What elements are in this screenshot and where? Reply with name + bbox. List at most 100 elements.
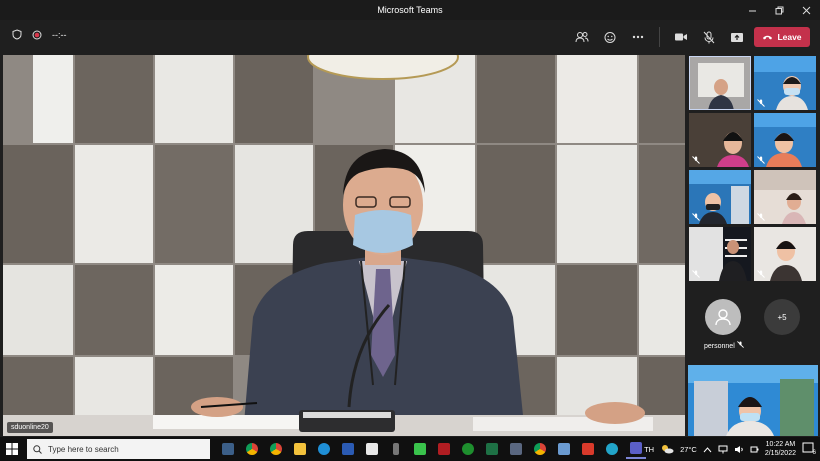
game-app[interactable] [434,439,454,459]
time-text: 10:22 AM [765,441,796,448]
edge-icon [606,443,618,455]
mic-off-icon [736,341,744,348]
chrome-icon [270,443,282,455]
edge-icon [318,443,330,455]
mail-app[interactable] [362,439,382,459]
taskbar-search[interactable]: Type here to search [27,439,210,459]
phone-hangup-icon [763,35,773,40]
more-participants-button[interactable]: +5 [764,299,800,335]
speaker-video [3,55,685,436]
close-button[interactable] [793,0,820,20]
search-icon [33,444,42,454]
photos-icon [558,443,570,455]
chrome-app[interactable] [242,439,262,459]
minimize-icon [749,10,756,11]
microphone-button[interactable] [698,26,720,48]
word-icon [342,443,354,455]
clock[interactable]: 10:22 AM 2/15/2022 [765,440,796,458]
game-icon [438,443,450,455]
chrome-icon [534,443,546,455]
temperature[interactable]: 27°C [680,445,697,454]
leave-label: Leave [777,32,802,42]
file-explorer-app[interactable] [290,439,310,459]
participant-tile-1[interactable] [689,56,751,110]
edge-app[interactable] [314,439,334,459]
participant-tile-5[interactable] [689,170,751,224]
participant-tile-2[interactable] [754,56,816,110]
camera-icon [675,33,687,41]
leave-button[interactable]: Leave [754,27,810,47]
line-icon [414,443,426,455]
excel-app[interactable] [482,439,502,459]
word-app[interactable] [338,439,358,459]
task-view-app[interactable] [218,439,238,459]
chrome-app-3[interactable] [530,439,550,459]
participant-video [690,57,750,109]
teams-window: Microsoft Teams --:-- Leave sduonline20 … [0,0,820,461]
recording-icon [32,30,42,39]
chrome-app-2[interactable] [266,439,286,459]
taskbar-apps [218,439,646,459]
participant-tile-4[interactable] [754,113,816,167]
notification-count: 6 [812,450,816,456]
mic-off-icon [757,156,765,164]
self-video [688,365,818,436]
volume-icon[interactable] [734,445,744,454]
more-actions-button[interactable] [627,26,649,48]
windows-taskbar: Type here to search TH 27°C 10:22 AM 2/1… [0,437,820,461]
reactions-button[interactable] [599,26,621,48]
share-button[interactable] [726,26,748,48]
close-icon [802,6,811,14]
usb-app[interactable] [386,439,406,459]
battery-icon[interactable] [750,445,759,454]
participant-tile-3[interactable] [689,113,751,167]
participant-tile-6[interactable] [754,170,816,224]
share-screen-icon [731,32,743,42]
main-video-feed[interactable]: sduonline20 [3,55,685,436]
xbox-icon [462,443,474,455]
restore-button[interactable] [766,0,793,20]
minimize-button[interactable] [739,0,766,20]
calculator-app[interactable] [506,439,526,459]
usb-icon [393,443,399,455]
teams-icon [630,442,642,454]
chrome-icon [246,443,258,455]
search-placeholder: Type here to search [48,444,119,454]
mic-off-icon [757,270,765,278]
weather-icon[interactable] [660,444,674,454]
raise-hand-icon [604,31,616,43]
line-app[interactable] [410,439,430,459]
mic-off-icon [692,156,700,164]
notifications-button[interactable]: 6 [802,442,816,456]
participant-avatar[interactable] [705,299,741,335]
shield-icon[interactable] [12,29,22,40]
people-icon [575,32,589,43]
participant-gallery: +5 personnel [688,55,818,436]
language-indicator[interactable]: TH [644,445,654,454]
photos-app[interactable] [554,439,574,459]
mic-off-icon [703,31,715,43]
toolbar-divider [659,27,660,47]
windows-start-icon[interactable] [6,443,18,455]
chevron-up-icon[interactable] [703,446,712,453]
network-icon[interactable] [718,445,728,454]
mail-icon [366,443,378,455]
edge-app-2[interactable] [602,439,622,459]
participant-name: personnel [704,341,744,350]
camera-button[interactable] [670,26,692,48]
task-view-icon [222,443,234,455]
self-view-tile[interactable] [688,365,818,436]
participant-tile-7[interactable] [689,227,751,281]
person-icon [715,309,731,326]
window-title: Microsoft Teams [377,5,443,15]
pdf-icon [582,443,594,455]
xbox-app[interactable] [458,439,478,459]
participant-tile-8[interactable] [754,227,816,281]
teams-app[interactable] [626,439,646,459]
calculator-icon [510,443,522,455]
excel-icon [486,443,498,455]
participants-button[interactable] [571,26,593,48]
participant-name-text: personnel [704,343,735,350]
mic-off-icon [692,213,700,221]
pdf-app[interactable] [578,439,598,459]
